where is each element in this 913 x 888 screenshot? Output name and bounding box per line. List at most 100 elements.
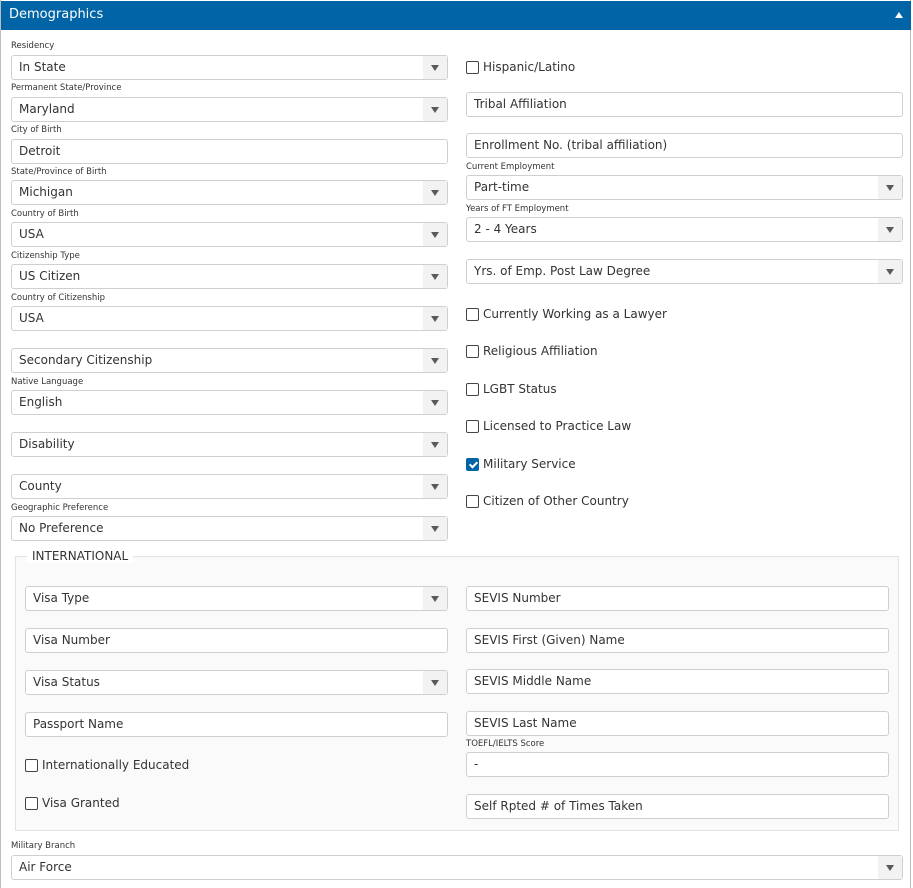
secondary-citizenship-select[interactable]: Secondary Citizenship — [11, 348, 448, 373]
toefl-score-label: TOEFL/IELTS Score — [466, 739, 545, 749]
dropdown-arrow[interactable] — [423, 223, 447, 246]
tribal-affiliation-placeholder: Tribal Affiliation — [474, 97, 567, 111]
years-ft-employment-select[interactable]: 2 - 4 Years — [466, 217, 903, 242]
dropdown-arrow[interactable] — [423, 391, 447, 414]
state-of-birth-label: State/Province of Birth — [11, 167, 107, 177]
internationally-educated-checkbox[interactable]: Internationally Educated — [25, 757, 189, 773]
residency-label: Residency — [11, 41, 55, 51]
dropdown-arrow[interactable] — [878, 856, 902, 879]
residency-value: In State — [19, 60, 66, 74]
dropdown-arrow[interactable] — [423, 671, 447, 694]
checkbox-icon[interactable] — [25, 796, 38, 810]
dropdown-arrow[interactable] — [878, 176, 902, 199]
geographic-preference-label: Geographic Preference — [11, 503, 109, 513]
years-ft-employment-value: 2 - 4 Years — [474, 222, 537, 236]
currently-working-lawyer-checkbox[interactable]: Currently Working as a Lawyer — [466, 306, 667, 322]
chevron-down-icon — [431, 190, 439, 196]
self-rpted-times-input[interactable]: Self Rpted # of Times Taken — [466, 794, 889, 819]
visa-status-placeholder: Visa Status — [33, 675, 100, 689]
checkbox-icon[interactable] — [466, 307, 479, 321]
visa-type-select[interactable]: Visa Type — [25, 586, 448, 611]
hispanic-latino-checkbox[interactable]: Hispanic/Latino — [466, 59, 575, 75]
country-of-citizenship-label: Country of Citizenship — [11, 293, 106, 303]
military-service-checkbox[interactable]: Military Service — [466, 456, 576, 472]
toefl-score-input[interactable]: - — [466, 752, 889, 777]
country-of-birth-label: Country of Birth — [11, 209, 79, 219]
city-of-birth-input[interactable]: Detroit — [11, 139, 448, 164]
enrollment-no-input[interactable]: Enrollment No. (tribal affiliation) — [466, 133, 903, 158]
dropdown-arrow[interactable] — [423, 475, 447, 498]
dropdown-arrow[interactable] — [423, 349, 447, 372]
licensed-practice-law-checkbox[interactable]: Licensed to Practice Law — [466, 418, 631, 434]
military-branch-label: Military Branch — [11, 841, 76, 851]
dropdown-arrow[interactable] — [878, 260, 902, 283]
country-of-citizenship-select[interactable]: USA — [11, 306, 448, 331]
citizenship-type-value: US Citizen — [19, 269, 81, 283]
panel-title: Demographics — [9, 7, 104, 22]
county-select[interactable]: County — [11, 474, 448, 499]
religious-affiliation-checkbox[interactable]: Religious Affiliation — [466, 343, 598, 359]
state-of-birth-select[interactable]: Michigan — [11, 180, 448, 205]
checkbox-label: Currently Working as a Lawyer — [483, 307, 667, 321]
international-legend: INTERNATIONAL — [27, 549, 134, 563]
checkbox-label: Military Service — [483, 457, 576, 471]
lgbt-status-checkbox[interactable]: LGBT Status — [466, 381, 557, 397]
tribal-affiliation-input[interactable]: Tribal Affiliation — [466, 92, 903, 117]
dropdown-arrow[interactable] — [423, 181, 447, 204]
dropdown-arrow[interactable] — [423, 265, 447, 288]
current-employment-select[interactable]: Part-time — [466, 175, 903, 200]
geographic-preference-value: No Preference — [19, 521, 104, 535]
visa-status-select[interactable]: Visa Status — [25, 670, 448, 695]
checkbox-icon[interactable] — [466, 344, 479, 358]
native-language-value: English — [19, 395, 63, 409]
country-of-birth-select[interactable]: USA — [11, 222, 448, 247]
chevron-down-icon — [431, 484, 439, 490]
geographic-preference-select[interactable]: No Preference — [11, 516, 448, 541]
checkbox-icon[interactable] — [466, 494, 479, 508]
passport-name-input[interactable]: Passport Name — [25, 712, 448, 737]
sevis-first-name-input[interactable]: SEVIS First (Given) Name — [466, 628, 889, 653]
visa-type-placeholder: Visa Type — [33, 591, 90, 605]
yrs-emp-post-law-select[interactable]: Yrs. of Emp. Post Law Degree — [466, 259, 903, 284]
demographics-panel: Demographics Residency In State Permanen… — [0, 0, 911, 888]
military-branch-select[interactable]: Air Force — [11, 855, 903, 880]
dropdown-arrow[interactable] — [878, 218, 902, 241]
military-branch-value: Air Force — [19, 860, 72, 874]
visa-granted-checkbox[interactable]: Visa Granted — [25, 795, 120, 811]
visa-number-input[interactable]: Visa Number — [25, 628, 448, 653]
dropdown-arrow[interactable] — [423, 517, 447, 540]
dropdown-arrow[interactable] — [423, 307, 447, 330]
sevis-first-name-placeholder: SEVIS First (Given) Name — [474, 633, 625, 647]
checkbox-icon[interactable] — [466, 60, 479, 74]
self-rpted-times-placeholder: Self Rpted # of Times Taken — [474, 799, 643, 813]
checkbox-icon[interactable] — [466, 382, 479, 396]
citizen-other-country-checkbox[interactable]: Citizen of Other Country — [466, 493, 629, 509]
chevron-down-icon — [886, 185, 894, 191]
dropdown-arrow[interactable] — [423, 587, 447, 610]
sevis-number-input[interactable]: SEVIS Number — [466, 586, 889, 611]
native-language-select[interactable]: English — [11, 390, 448, 415]
toefl-score-value: - — [474, 757, 479, 771]
permanent-state-select[interactable]: Maryland — [11, 97, 448, 122]
sevis-number-placeholder: SEVIS Number — [474, 591, 561, 605]
citizenship-type-label: Citizenship Type — [11, 251, 80, 261]
sevis-last-name-input[interactable]: SEVIS Last Name — [466, 711, 889, 736]
checkbox-icon[interactable] — [25, 758, 38, 772]
panel-header[interactable]: Demographics — [1, 1, 911, 30]
checkmark-checked-icon[interactable] — [466, 457, 479, 471]
disability-select[interactable]: Disability — [11, 432, 448, 457]
citizenship-type-select[interactable]: US Citizen — [11, 264, 448, 289]
checkbox-icon[interactable] — [466, 419, 479, 433]
collapse-triangle-up-icon[interactable] — [895, 12, 903, 18]
chevron-down-icon — [886, 227, 894, 233]
chevron-down-icon — [431, 526, 439, 532]
dropdown-arrow[interactable] — [423, 98, 447, 121]
chevron-down-icon — [431, 358, 439, 364]
chevron-down-icon — [886, 269, 894, 275]
checkbox-label: Religious Affiliation — [483, 344, 598, 358]
residency-select[interactable]: In State — [11, 55, 448, 80]
sevis-middle-name-input[interactable]: SEVIS Middle Name — [466, 669, 889, 694]
years-ft-employment-label: Years of FT Employment — [466, 204, 569, 214]
dropdown-arrow[interactable] — [423, 433, 447, 456]
dropdown-arrow[interactable] — [423, 56, 447, 79]
